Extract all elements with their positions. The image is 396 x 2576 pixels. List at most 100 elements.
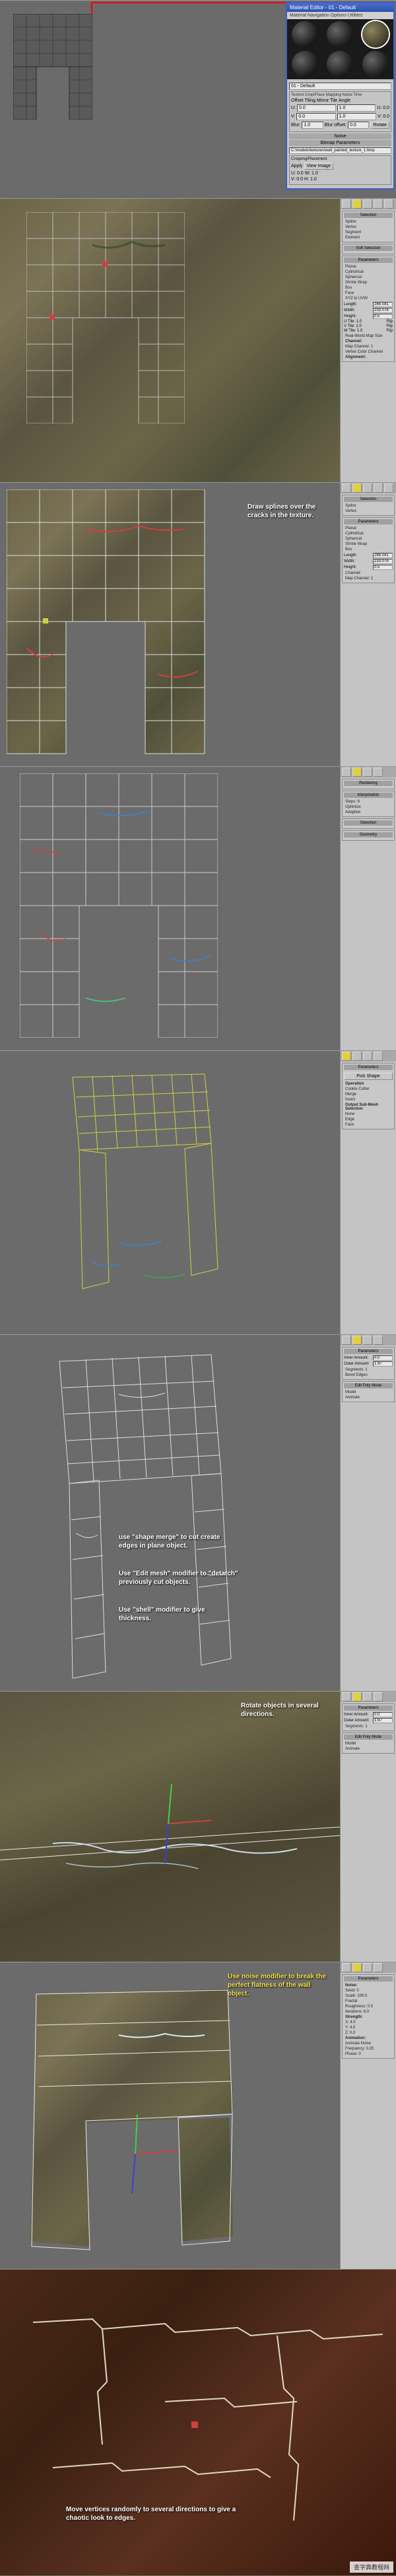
params-rollout[interactable]: Parameters	[344, 519, 393, 524]
height-input[interactable]	[373, 314, 393, 319]
softsel-rollout[interactable]: Soft Selection	[344, 246, 393, 251]
roughness-spinner[interactable]: Roughness: 0.0	[344, 2004, 393, 2009]
mapping-shrink[interactable]: Shrink Wrap	[344, 280, 393, 285]
mapping-face[interactable]: Face	[344, 291, 393, 296]
map-channel[interactable]: Map Channel: 1	[344, 344, 393, 349]
u-tiling-input[interactable]	[337, 104, 376, 112]
material-sphere[interactable]	[327, 51, 353, 77]
scale-spinner[interactable]: Scale: 100.0	[344, 1993, 393, 1999]
tab-icon[interactable]	[363, 483, 372, 493]
crop-w[interactable]: W: 1.0	[305, 171, 318, 176]
material-sphere[interactable]	[292, 21, 318, 48]
length-input[interactable]	[373, 302, 393, 307]
mapping-item[interactable]: Shrink Wrap	[344, 542, 393, 547]
material-editor-window[interactable]: Material Editor - 01 - Default Material …	[286, 2, 395, 190]
material-editor-titlebar[interactable]: Material Editor - 01 - Default	[287, 3, 393, 12]
tab-icon[interactable]	[342, 1336, 351, 1345]
length-input[interactable]	[373, 553, 393, 558]
flip-u[interactable]: Flip	[386, 320, 393, 324]
wtile[interactable]: W Tile: 1.0	[344, 329, 362, 333]
map-channel[interactable]: Map Channel: 1	[344, 576, 393, 581]
u-offset-input[interactable]	[297, 104, 336, 112]
create-tab-icon[interactable]	[342, 199, 351, 209]
frequency-spinner[interactable]: Frequency: 0.25	[344, 2046, 393, 2052]
mapping-box[interactable]: Box	[344, 285, 393, 291]
pick-shape-button[interactable]: Pick Shape	[344, 1073, 393, 1080]
subobj-segment[interactable]: Segment	[344, 230, 393, 235]
bitmap-header[interactable]: Bitmap Parameters	[289, 140, 391, 146]
tab-icon[interactable]	[363, 768, 372, 777]
selection-rollout[interactable]: Selection	[344, 213, 393, 218]
hierarchy-tab-icon[interactable]	[363, 199, 372, 209]
invert-checkbox[interactable]: Invert	[344, 1097, 393, 1102]
tab-icon[interactable]	[342, 1963, 351, 1972]
output-face[interactable]: Face	[344, 1122, 393, 1127]
subobj-item[interactable]: Vertex	[344, 509, 393, 514]
tab-icon[interactable]	[384, 483, 393, 493]
width-input[interactable]	[373, 308, 393, 313]
material-sphere[interactable]	[327, 21, 353, 48]
material-sphere[interactable]	[362, 51, 389, 77]
mapping-spherical[interactable]: Spherical	[344, 275, 393, 280]
crop-v[interactable]: V: 0.0	[291, 177, 303, 182]
crop-u[interactable]: U: 0.0	[291, 171, 304, 176]
geometry-rollout[interactable]: Geometry	[344, 832, 393, 838]
material-name-field[interactable]: 01 - Default	[289, 83, 391, 90]
interpolation-rollout[interactable]: Interpolation	[344, 793, 393, 798]
params-rollout[interactable]: Parameters	[344, 1349, 393, 1354]
subobj-item[interactable]: Spline	[344, 503, 393, 509]
height-input[interactable]	[373, 565, 393, 570]
mapping-item[interactable]: Planar	[344, 526, 393, 531]
strength-y[interactable]: Y: 4.0	[344, 2025, 393, 2030]
mapping-item[interactable]: Cylindrical	[344, 531, 393, 536]
bevel-checkbox[interactable]: Bevel Edges	[344, 1373, 393, 1378]
subobj-spline[interactable]: Spline	[344, 219, 393, 225]
material-sphere[interactable]	[292, 51, 318, 77]
bitmap-path[interactable]: C:\models\textures\wall_painted_texture_…	[289, 147, 391, 154]
adaptive-checkbox[interactable]: Adaptive	[344, 810, 393, 815]
tab-icon[interactable]	[352, 1963, 362, 1972]
modify-tab-icon[interactable]	[352, 199, 362, 209]
material-editor-menu[interactable]: Material Navigation Options Utilities	[287, 12, 393, 19]
material-sphere-selected[interactable]	[362, 21, 389, 48]
blur-offset-input[interactable]	[348, 122, 369, 129]
tab-icon[interactable]	[374, 768, 383, 777]
iterations-spinner[interactable]: Iterations: 6.0	[344, 2009, 393, 2015]
tab-icon[interactable]	[352, 1052, 362, 1061]
animate-radio[interactable]: Animate	[344, 1395, 393, 1400]
mapping-item[interactable]: Spherical	[344, 536, 393, 542]
rotate-button[interactable]: Rotate	[370, 122, 389, 129]
utile[interactable]: U Tile: 1.0	[344, 320, 362, 324]
segments-spinner[interactable]: Segments: 1	[344, 1367, 393, 1373]
v-tiling-input[interactable]	[337, 113, 376, 120]
tab-icon[interactable]	[363, 1692, 372, 1701]
optimize-checkbox[interactable]: Optimize	[344, 805, 393, 810]
segments[interactable]: Segments: 1	[344, 1724, 393, 1729]
subobj-vertex[interactable]: Vertex	[344, 225, 393, 230]
subobj-element[interactable]: Element	[344, 235, 393, 240]
params-rollout[interactable]: Parameters	[344, 258, 393, 263]
seed-spinner[interactable]: Seed: 0	[344, 1988, 393, 1993]
tab-icon[interactable]	[352, 768, 362, 777]
noise-header[interactable]: Noise	[289, 133, 391, 139]
selection-rollout[interactable]: Selection	[344, 497, 393, 502]
inner-input[interactable]	[373, 1355, 393, 1361]
animate-noise-checkbox[interactable]: Animate Noise	[344, 2041, 393, 2046]
tab-icon[interactable]	[342, 1052, 351, 1061]
cookie-cutter-radio[interactable]: Cookie Cutter	[344, 1087, 393, 1092]
view-image-button[interactable]: View Image	[304, 162, 333, 170]
tab-icon[interactable]	[374, 1692, 383, 1701]
v-offset-input[interactable]	[296, 113, 335, 120]
tab-icon[interactable]	[352, 1692, 362, 1701]
output-none[interactable]: None	[344, 1112, 393, 1117]
tab-icon[interactable]	[374, 1963, 383, 1972]
editpoly-rollout[interactable]: Edit Poly Mode	[344, 1735, 393, 1740]
params-rollout[interactable]: Parameters	[344, 1065, 393, 1070]
tab-icon[interactable]	[342, 768, 351, 777]
params-rollout[interactable]: Parameters	[344, 1705, 393, 1711]
flip-w[interactable]: Flip	[386, 329, 393, 333]
merge-radio[interactable]: Merge	[344, 1092, 393, 1097]
tab-icon[interactable]	[352, 1336, 362, 1345]
blur-input[interactable]	[302, 122, 323, 129]
crop-h[interactable]: H: 1.0	[304, 177, 317, 182]
